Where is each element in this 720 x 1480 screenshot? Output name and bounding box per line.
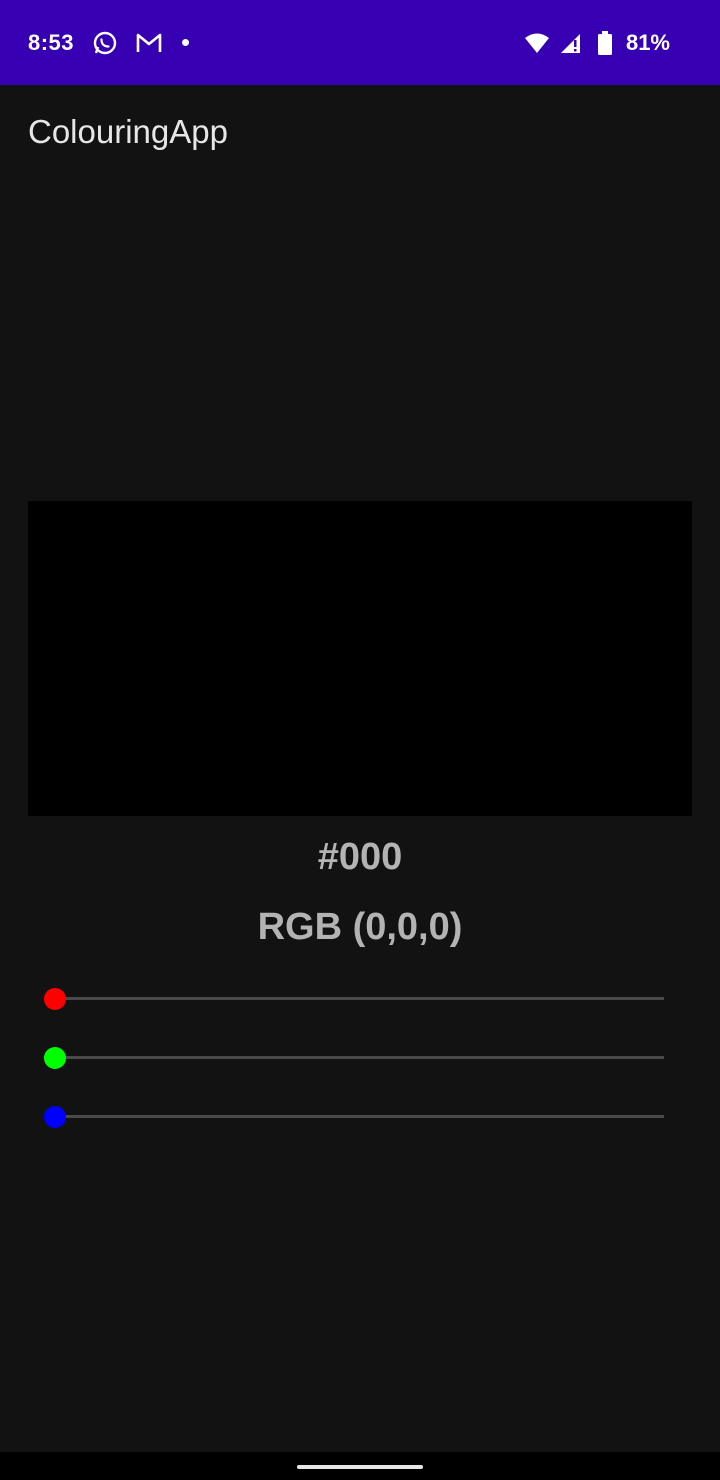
green-slider-track[interactable] [56,1056,664,1059]
colour-preview [28,501,692,816]
blue-slider-track[interactable] [56,1115,664,1118]
gmail-icon [136,30,162,56]
battery-icon [592,30,618,56]
blue-slider[interactable] [44,1105,666,1129]
red-slider-thumb[interactable] [44,988,66,1010]
home-handle[interactable] [297,1465,423,1469]
green-slider-thumb[interactable] [44,1047,66,1069]
hex-label: #000 [317,836,403,878]
status-time: 8:53 [28,29,75,55]
blue-slider-thumb[interactable] [44,1106,66,1128]
whatsapp-icon [92,30,118,56]
status-right: 81% [524,0,670,85]
red-slider-track[interactable] [56,997,664,1000]
wifi-icon [524,30,550,56]
green-slider[interactable] [44,1046,666,1070]
app-title: ColouringApp [28,113,228,150]
status-bar: 8:53 81% [0,0,720,85]
red-slider[interactable] [44,987,666,1011]
signal-icon [558,30,584,56]
app-screen: 8:53 81% ColouringApp #000 RGB (0,0,0) [0,0,720,1480]
battery-percentage: 81% [625,29,670,55]
rgb-label: RGB (0,0,0) [257,906,463,948]
navigation-bar [0,1452,720,1480]
notification-dot-icon [182,39,190,46]
status-left: 8:53 [28,0,190,85]
